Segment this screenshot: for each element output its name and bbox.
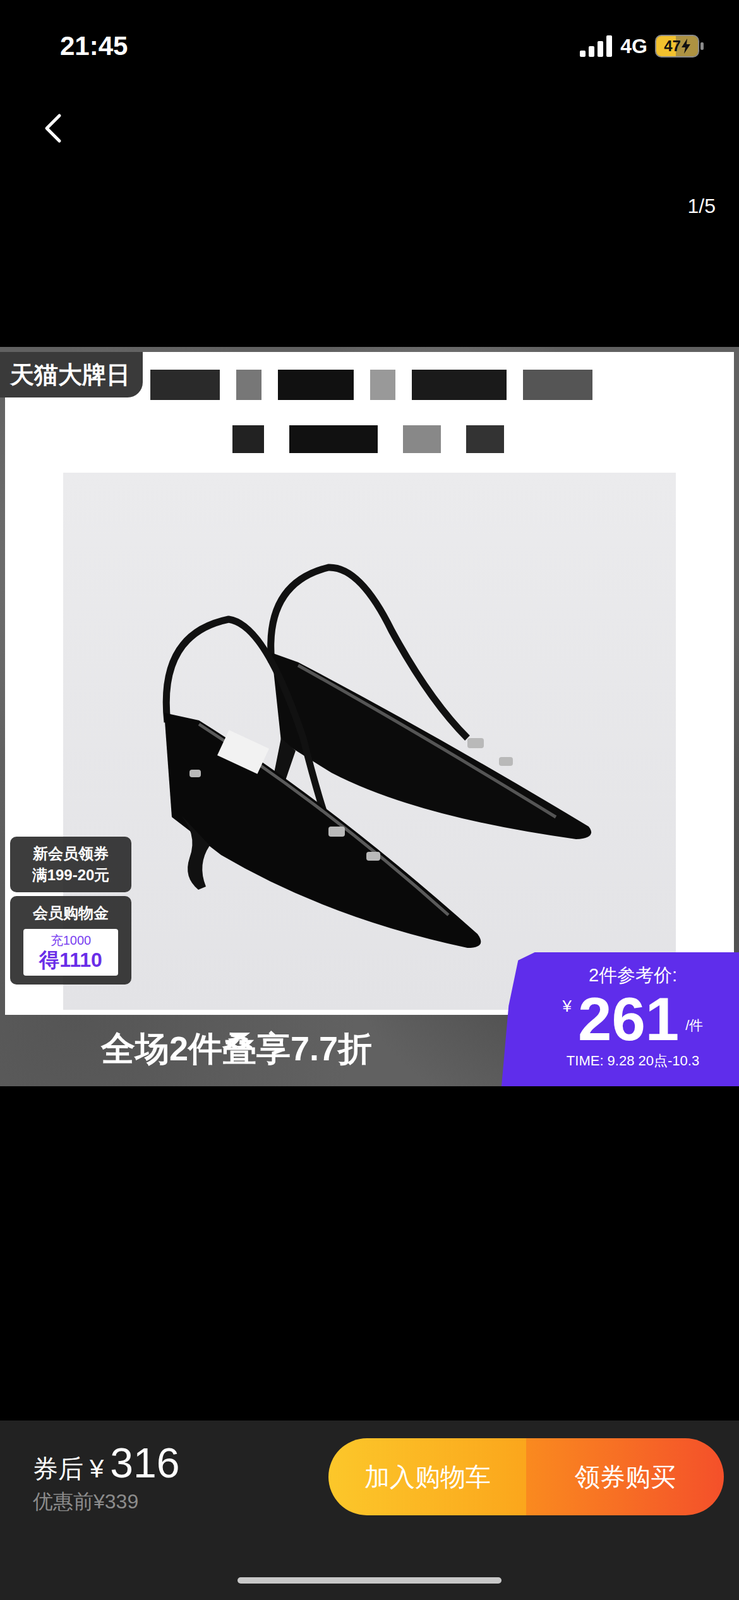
- blurred-title: [150, 366, 606, 457]
- top-spacer: [0, 224, 739, 347]
- price-tag-row: ¥261/件: [562, 987, 704, 1051]
- left-badges: 新会员领券满199-20元会员购物金充1000得1110: [10, 836, 132, 985]
- blur-block: [232, 425, 265, 453]
- promo-banner: 全场2件叠享7.7折: [101, 1022, 373, 1074]
- back-icon[interactable]: [40, 111, 66, 145]
- event-badge: 天猫大牌日: [0, 351, 143, 398]
- battery-text-wrap: 47: [656, 36, 698, 57]
- bottom-spacer: [0, 1514, 739, 1577]
- charging-icon: [681, 38, 691, 54]
- mid-spacer: [0, 1085, 739, 1420]
- coupon-line2: 满199-20元: [32, 865, 110, 885]
- blurred-row: [150, 421, 606, 457]
- gold-title: 会员购物金: [32, 903, 109, 923]
- network-label: 4G: [620, 33, 648, 59]
- home-indicator[interactable]: [237, 1576, 502, 1583]
- status-bar: 21:45 4G 47: [0, 0, 739, 95]
- signal-icon: [579, 35, 613, 57]
- price-tag-time: TIME: 9.28 20点-10.3: [566, 1051, 700, 1070]
- price-value: 316: [109, 1439, 180, 1485]
- buy-button[interactable]: 领券购买: [526, 1437, 724, 1515]
- bottom-bar: 券后¥316 优惠前¥339 加入购物车 领券购买: [0, 1419, 739, 1600]
- image-counter: 1/5: [687, 193, 716, 219]
- battery-percent: 47: [663, 37, 681, 55]
- bottom-row: 券后¥316 优惠前¥339 加入购物车 领券购买: [0, 1419, 739, 1515]
- button-label: 领券购买: [574, 1460, 676, 1492]
- shoe-photo: [63, 472, 676, 1010]
- battery-cap-icon: [700, 42, 704, 50]
- button-label: 加入购物车: [364, 1460, 491, 1492]
- counter-row: 1/5: [0, 186, 739, 225]
- blur-block: [150, 369, 220, 400]
- coupon-badge[interactable]: 新会员领券满199-20元: [10, 836, 132, 892]
- status-time: 21:45: [60, 25, 128, 67]
- blur-block: [522, 369, 593, 400]
- blur-block: [402, 425, 441, 453]
- action-buttons: 加入购物车 领券购买: [328, 1437, 724, 1515]
- coupon-line1: 新会员领券: [32, 843, 109, 863]
- blur-block: [277, 369, 354, 400]
- blur-block: [411, 369, 507, 400]
- event-badge-text: 天猫大牌日: [10, 359, 131, 390]
- add-to-cart-button[interactable]: 加入购物车: [328, 1437, 527, 1515]
- app: 21:454G471/5天猫大牌日新会员领券满199-20元会员购物金充1000…: [0, 0, 739, 1600]
- price-tag: 2件参考价:¥261/件TIME: 9.28 20点-10.3: [501, 951, 739, 1086]
- price-tag-label: 2件参考价:: [588, 963, 678, 986]
- blur-block: [236, 369, 262, 400]
- price-line: 券后¥316: [32, 1439, 329, 1485]
- home-indicator-wrap: [0, 1576, 739, 1600]
- blur-block: [466, 425, 505, 453]
- price-tag-unit: /件: [685, 1016, 703, 1034]
- price-block: 券后¥316 优惠前¥339: [32, 1439, 329, 1513]
- gold-line1: 充1000: [50, 932, 92, 948]
- blurred-row: [150, 366, 606, 403]
- price-currency: ¥: [89, 1452, 104, 1484]
- gold-card: 充1000得1110: [23, 928, 119, 976]
- product-image[interactable]: 天猫大牌日新会员领券满199-20元会员购物金充1000得1110全场2件叠享7…: [0, 346, 739, 1086]
- gold-line2: 得1110: [39, 947, 103, 972]
- promo-banner-text: 全场2件叠享7.7折: [101, 1027, 373, 1069]
- gold-badge[interactable]: 会员购物金充1000得1110: [10, 895, 132, 985]
- price-label: 券后: [32, 1452, 84, 1484]
- nav-bar: [0, 94, 739, 162]
- price-tag-currency: ¥: [562, 996, 572, 1016]
- price-tag-price: 261: [577, 987, 679, 1051]
- shoes-illustration: [63, 472, 676, 1010]
- blur-block: [289, 425, 378, 453]
- battery-icon: 47: [654, 34, 700, 58]
- status-right: 4G 47: [579, 25, 704, 67]
- blur-block: [370, 369, 396, 400]
- original-price: 优惠前¥339: [32, 1488, 329, 1513]
